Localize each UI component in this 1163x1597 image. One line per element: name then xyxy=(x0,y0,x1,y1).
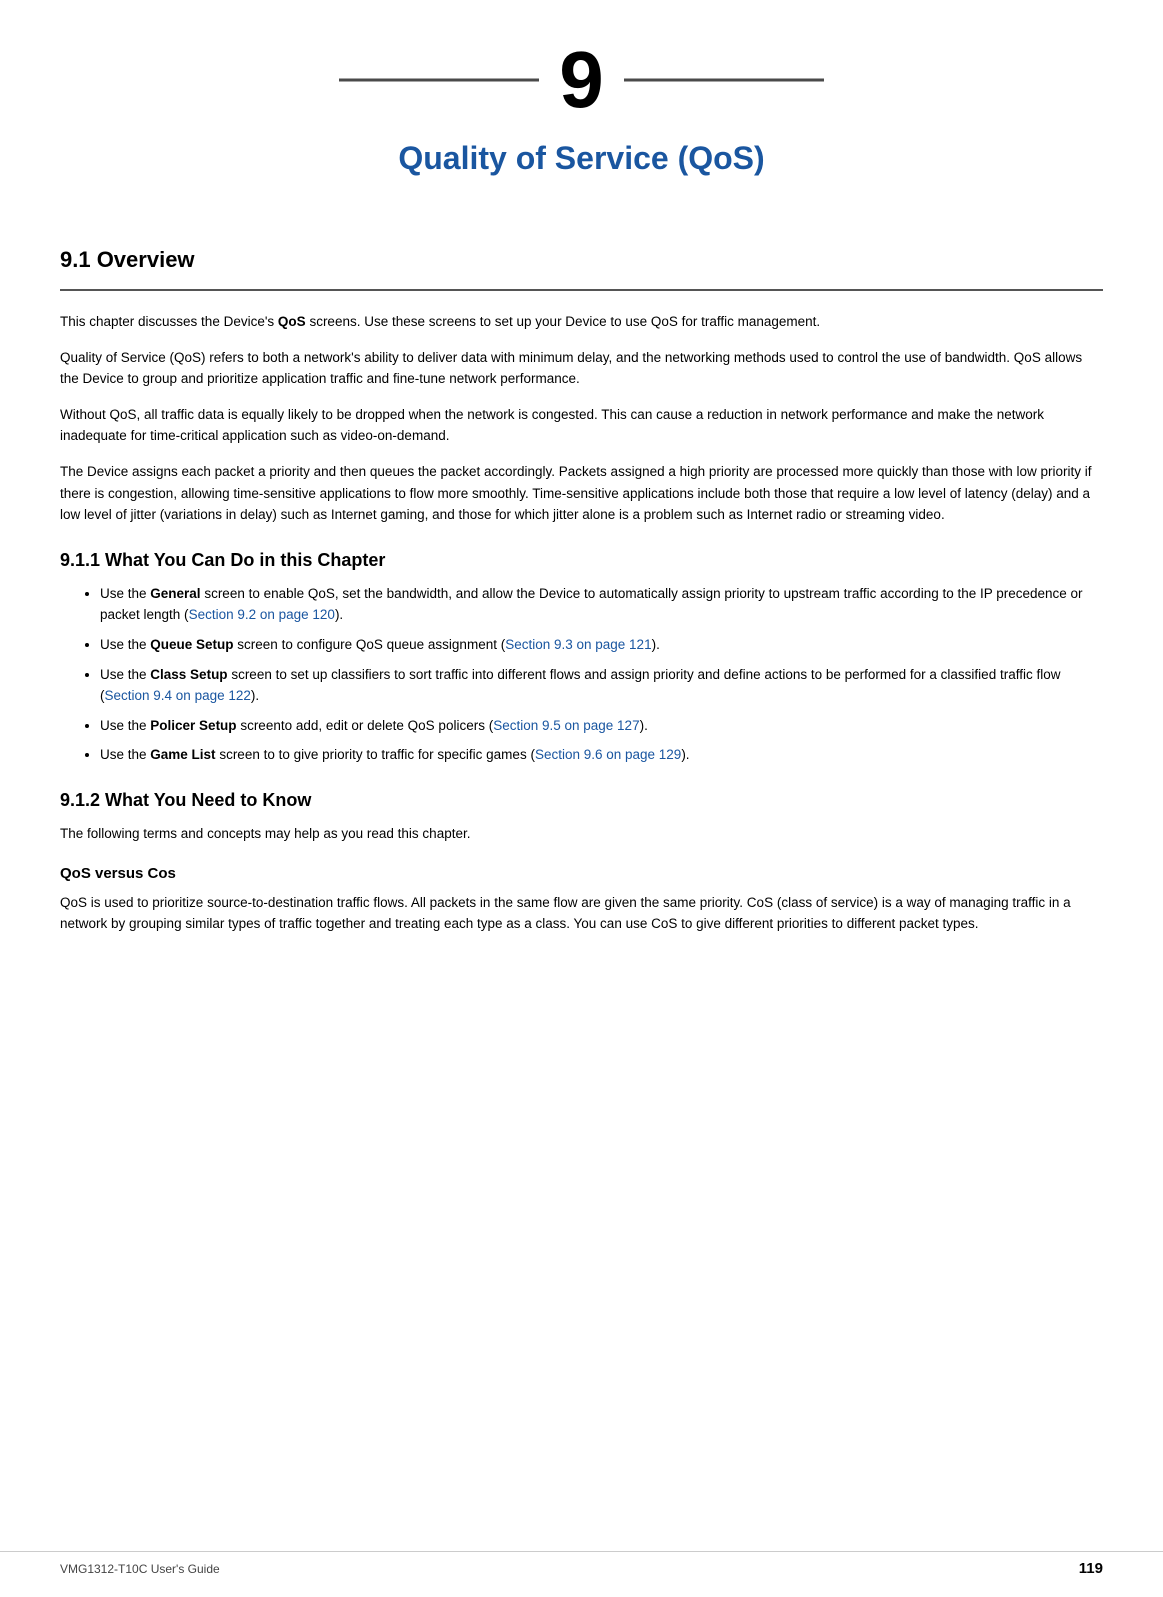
bold-class-setup: Class Setup xyxy=(150,667,227,682)
footer-page-number: 119 xyxy=(1079,1560,1103,1577)
paragraph-3: Without QoS, all traffic data is equally… xyxy=(60,404,1103,447)
bullet-item-2: Use the Queue Setup screen to configure … xyxy=(100,634,1103,656)
qos-vs-cos-heading: QoS versus Cos xyxy=(60,865,1103,882)
link-section-9-4[interactable]: Section 9.4 on page 122 xyxy=(105,688,251,703)
chapter-title: Quality of Service (QoS) xyxy=(398,140,764,177)
paragraph-1: This chapter discusses the Device's QoS … xyxy=(60,311,1103,333)
footer-left-text: VMG1312-T10C User's Guide xyxy=(60,1562,220,1576)
link-section-9-3[interactable]: Section 9.3 on page 121 xyxy=(505,637,651,652)
main-content: 9.1 Overview This chapter discusses the … xyxy=(0,247,1163,1009)
bullet-item-3: Use the Class Setup screen to set up cla… xyxy=(100,664,1103,707)
bullet-list: Use the General screen to enable QoS, se… xyxy=(100,583,1103,766)
section-9-1: 9.1 Overview This chapter discusses the … xyxy=(60,247,1103,526)
bold-qos: QoS xyxy=(278,314,306,329)
paragraph-4: The Device assigns each packet a priorit… xyxy=(60,461,1103,526)
bullet-item-5: Use the Game List screen to to give prio… xyxy=(100,744,1103,766)
bold-policer-setup: Policer Setup xyxy=(150,718,236,733)
section-divider xyxy=(60,289,1103,291)
section-9-1-2-intro: The following terms and concepts may hel… xyxy=(60,823,1103,845)
chapter-header: 9 Quality of Service (QoS) xyxy=(0,0,1163,237)
qos-vs-cos-text: QoS is used to prioritize source-to-dest… xyxy=(60,892,1103,935)
section-9-1-2-heading: 9.1.2 What You Need to Know xyxy=(60,790,1103,811)
section-9-1-1: 9.1.1 What You Can Do in this Chapter Us… xyxy=(60,550,1103,766)
section-9-1-heading: 9.1 Overview xyxy=(60,247,1103,273)
chapter-number-box: 9 xyxy=(559,40,604,120)
bullet-item-1: Use the General screen to enable QoS, se… xyxy=(100,583,1103,626)
link-section-9-2[interactable]: Section 9.2 on page 120 xyxy=(189,607,335,622)
bold-queue-setup: Queue Setup xyxy=(150,637,233,652)
bold-general: General xyxy=(150,586,200,601)
link-section-9-5[interactable]: Section 9.5 on page 127 xyxy=(493,718,639,733)
paragraph-2: Quality of Service (QoS) refers to both … xyxy=(60,347,1103,390)
page-container: 9 Quality of Service (QoS) 9.1 Overview … xyxy=(0,0,1163,1597)
bullet-item-4: Use the Policer Setup screento add, edit… xyxy=(100,715,1103,737)
chapter-number: 9 xyxy=(559,40,604,120)
section-9-1-1-heading: 9.1.1 What You Can Do in this Chapter xyxy=(60,550,1103,571)
section-9-1-2: 9.1.2 What You Need to Know The followin… xyxy=(60,790,1103,935)
footer: VMG1312-T10C User's Guide 119 xyxy=(0,1551,1163,1577)
bold-game-list: Game List xyxy=(150,747,215,762)
link-section-9-6[interactable]: Section 9.6 on page 129 xyxy=(535,747,681,762)
